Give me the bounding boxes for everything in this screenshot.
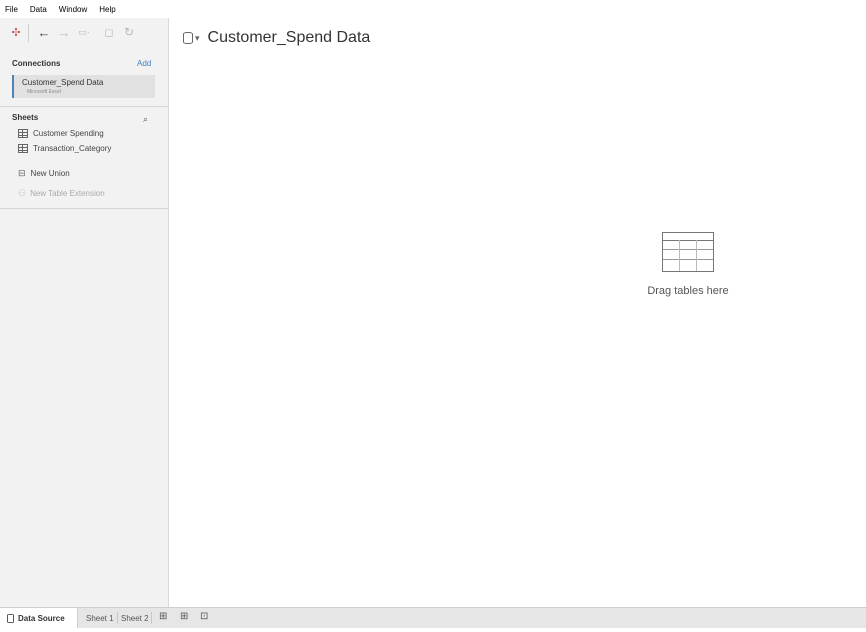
connection-item[interactable]: Customer_Spend Data Microsoft Excel <box>12 75 155 98</box>
menu-help[interactable]: Help <box>99 5 115 14</box>
new-union-label: New Union <box>30 168 70 178</box>
add-connection-link[interactable]: Add <box>137 59 151 68</box>
new-table-extension-label: New Table Extension <box>30 188 105 198</box>
sheet-item[interactable]: Customer Spending <box>18 127 104 139</box>
table-grid-line <box>663 240 713 241</box>
chevron-down-icon: ▾ <box>195 32 200 43</box>
new-table-extension-item[interactable]: ⚇ New Table Extension <box>18 187 105 199</box>
refresh-icon[interactable]: ↻ <box>121 24 137 40</box>
table-grid-line <box>663 259 713 260</box>
left-pane: ✣ ← → ▭· ◻ ↻ Connections Add Customer_Sp… <box>0 18 169 607</box>
database-icon <box>7 613 14 623</box>
tab-bar: Data Source Sheet 1 Sheet 2 ⊞ ⊞ ⊡ <box>0 607 866 628</box>
menu-window[interactable]: Window <box>59 5 87 14</box>
extension-icon: ⚇ <box>18 187 27 198</box>
database-icon <box>183 32 193 44</box>
tableau-logo-icon[interactable]: ✣ <box>8 24 24 40</box>
menu-file[interactable]: File <box>5 5 18 14</box>
menu-bar: File Data Window Help <box>0 0 866 18</box>
new-dashboard-icon[interactable]: ⊞ <box>180 611 188 622</box>
tab-label: Sheet 2 <box>121 613 149 623</box>
new-story-icon[interactable]: ⊡ <box>200 611 208 622</box>
pause-icon[interactable]: ◻ <box>101 24 117 40</box>
connections-heading: Connections <box>12 59 61 68</box>
bottom-edge <box>0 628 866 632</box>
table-grid-line <box>663 249 713 250</box>
table-icon <box>18 143 28 153</box>
divider <box>0 106 168 107</box>
tab-label: Data Source <box>18 613 65 623</box>
tab-separator <box>117 612 118 624</box>
datasource-title[interactable]: ▾ Customer_Spend Data <box>183 29 370 47</box>
search-icon[interactable]: ⌕ <box>143 114 148 125</box>
tab-separator <box>151 612 152 624</box>
datasource-name: Customer_Spend Data <box>207 29 371 46</box>
new-worksheet-icon[interactable]: ⊞ <box>159 611 167 622</box>
divider <box>0 208 168 209</box>
sheet-item[interactable]: Transaction_Category <box>18 142 111 154</box>
connection-name: Customer_Spend Data <box>22 78 104 87</box>
toolbar: ✣ ← → ▭· ◻ ↻ <box>0 18 168 48</box>
drop-table-icon <box>662 232 714 272</box>
sheets-heading: Sheets <box>12 113 39 122</box>
union-icon: ⊟ <box>18 167 26 178</box>
add-datasource-icon[interactable]: ▭· <box>76 24 92 40</box>
tab-sheet-1[interactable]: Sheet 1 <box>86 608 114 628</box>
sheet-label: Customer Spending <box>33 128 104 138</box>
table-icon <box>18 128 28 138</box>
sheet-label: Transaction_Category <box>33 143 112 153</box>
tab-data-source[interactable]: Data Source <box>0 608 78 628</box>
table-grid-line <box>679 240 680 271</box>
table-grid-line <box>696 240 697 271</box>
tab-sheet-2[interactable]: Sheet 2 <box>121 608 149 628</box>
drop-zone-label[interactable]: Drag tables here <box>633 285 743 297</box>
back-icon[interactable]: ← <box>36 24 52 40</box>
toolbar-separator <box>28 24 29 42</box>
new-union-item[interactable]: ⊟ New Union <box>18 167 70 179</box>
connection-type: Microsoft Excel <box>27 89 61 95</box>
menu-data[interactable]: Data <box>30 5 47 14</box>
forward-icon[interactable]: → <box>56 24 72 40</box>
tab-label: Sheet 1 <box>86 613 114 623</box>
canvas: ▾ Customer_Spend Data Drag tables here <box>169 18 866 607</box>
